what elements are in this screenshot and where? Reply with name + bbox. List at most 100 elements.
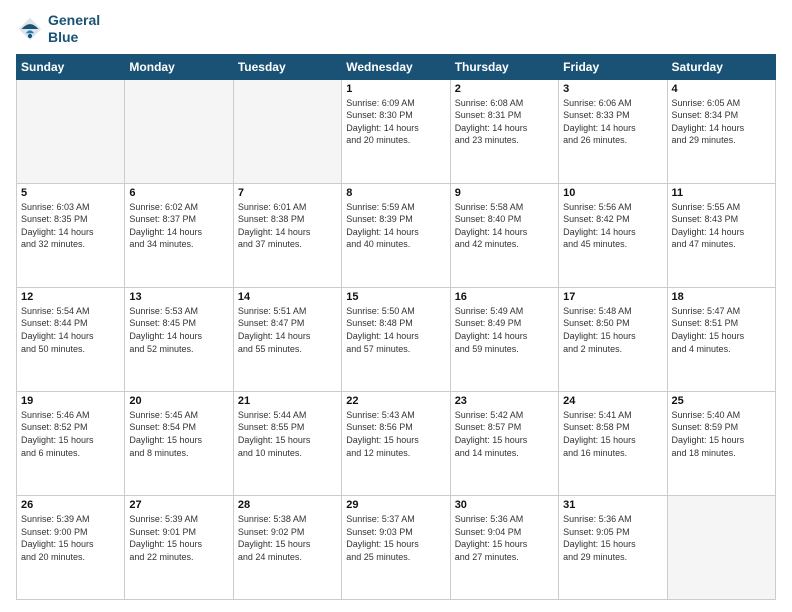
day-number: 4 <box>672 83 771 95</box>
calendar-cell: 24Sunrise: 5:41 AM Sunset: 8:58 PM Dayli… <box>559 391 667 495</box>
calendar-cell: 22 Sunrise: 5:43 AM Sunset: 8:56 PM Dayli… <box>342 391 450 495</box>
calendar-week-0: 1Sunrise: 6:09 AM Sunset: 8:30 PM Daylig… <box>17 79 776 183</box>
calendar-cell: 14 Sunrise: 5:51 AM Sunset: 8:47 PM Dayli… <box>233 287 341 391</box>
day-number: 5 <box>21 187 120 199</box>
day-number: 17 <box>563 291 662 303</box>
day-info: Sunrise: 6:09 AM Sunset: 8:30 PM Dayligh… <box>346 97 445 147</box>
day-number: 6 <box>129 187 228 199</box>
calendar-cell: 9 Sunrise: 5:58 AM Sunset: 8:40 PM Daylig… <box>450 183 558 287</box>
calendar-cell: 5 Sunrise: 6:03 AM Sunset: 8:35 PM Daylig… <box>17 183 125 287</box>
calendar-table: SundayMondayTuesdayWednesdayThursdayFrid… <box>16 54 776 600</box>
calendar-cell: 3 Sunrise: 6:06 AM Sunset: 8:33 PM Daylig… <box>559 79 667 183</box>
day-number: 7 <box>238 187 337 199</box>
day-info: Sunrise: 5:45 AM Sunset: 8:54 PM Dayligh… <box>129 409 228 459</box>
calendar-cell: 26Sunrise: 5:39 AM Sunset: 9:00 PM Dayli… <box>17 495 125 599</box>
calendar-cell <box>667 495 775 599</box>
day-number: 15 <box>346 291 445 303</box>
col-header-friday: Friday <box>559 54 667 79</box>
day-info: Sunrise: 6:03 AM Sunset: 8:35 PM Dayligh… <box>21 201 120 251</box>
logo-text: General Blue <box>48 12 100 46</box>
col-header-thursday: Thursday <box>450 54 558 79</box>
day-info: Sunrise: 5:53 AM Sunset: 8:45 PM Dayligh… <box>129 305 228 355</box>
calendar-week-2: 12 Sunrise: 5:54 AM Sunset: 8:44 PM Dayli… <box>17 287 776 391</box>
day-number: 18 <box>672 291 771 303</box>
day-info: Sunrise: 5:47 AM Sunset: 8:51 PM Dayligh… <box>672 305 771 355</box>
calendar-header-row: SundayMondayTuesdayWednesdayThursdayFrid… <box>17 54 776 79</box>
day-info: Sunrise: 5:50 AM Sunset: 8:48 PM Dayligh… <box>346 305 445 355</box>
day-info: Sunrise: 5:37 AM Sunset: 9:03 PM Dayligh… <box>346 513 445 563</box>
day-info: Sunrise: 5:48 AM Sunset: 8:50 PM Dayligh… <box>563 305 662 355</box>
day-info: Sunrise: 5:49 AM Sunset: 8:49 PM Dayligh… <box>455 305 554 355</box>
calendar-cell: 16 Sunrise: 5:49 AM Sunset: 8:49 PM Dayli… <box>450 287 558 391</box>
calendar-cell: 12 Sunrise: 5:54 AM Sunset: 8:44 PM Dayli… <box>17 287 125 391</box>
day-info: Sunrise: 6:02 AM Sunset: 8:37 PM Dayligh… <box>129 201 228 251</box>
day-number: 14 <box>238 291 337 303</box>
day-info: Sunrise: 5:39 AM Sunset: 9:01 PM Dayligh… <box>129 513 228 563</box>
calendar-cell: 28 Sunrise: 5:38 AM Sunset: 9:02 PM Dayli… <box>233 495 341 599</box>
day-number: 16 <box>455 291 554 303</box>
day-number: 3 <box>563 83 662 95</box>
day-number: 28 <box>238 499 337 511</box>
calendar-week-4: 26Sunrise: 5:39 AM Sunset: 9:00 PM Dayli… <box>17 495 776 599</box>
calendar-cell: 31 Sunrise: 5:36 AM Sunset: 9:05 PM Dayli… <box>559 495 667 599</box>
day-info: Sunrise: 5:44 AM Sunset: 8:55 PM Dayligh… <box>238 409 337 459</box>
day-info: Sunrise: 5:54 AM Sunset: 8:44 PM Dayligh… <box>21 305 120 355</box>
day-info: Sunrise: 6:06 AM Sunset: 8:33 PM Dayligh… <box>563 97 662 147</box>
calendar-cell <box>233 79 341 183</box>
calendar-week-1: 5 Sunrise: 6:03 AM Sunset: 8:35 PM Daylig… <box>17 183 776 287</box>
calendar-cell: 27 Sunrise: 5:39 AM Sunset: 9:01 PM Dayli… <box>125 495 233 599</box>
day-number: 8 <box>346 187 445 199</box>
calendar-cell <box>17 79 125 183</box>
day-info: Sunrise: 5:56 AM Sunset: 8:42 PM Dayligh… <box>563 201 662 251</box>
calendar-cell: 8Sunrise: 5:59 AM Sunset: 8:39 PM Daylig… <box>342 183 450 287</box>
calendar-cell: 19 Sunrise: 5:46 AM Sunset: 8:52 PM Dayli… <box>17 391 125 495</box>
day-number: 23 <box>455 395 554 407</box>
day-number: 12 <box>21 291 120 303</box>
header: General Blue <box>16 12 776 46</box>
calendar-cell <box>125 79 233 183</box>
calendar-cell: 11 Sunrise: 5:55 AM Sunset: 8:43 PM Dayli… <box>667 183 775 287</box>
calendar-cell: 13 Sunrise: 5:53 AM Sunset: 8:45 PM Dayli… <box>125 287 233 391</box>
calendar-cell: 17 Sunrise: 5:48 AM Sunset: 8:50 PM Dayli… <box>559 287 667 391</box>
day-number: 19 <box>21 395 120 407</box>
day-number: 27 <box>129 499 228 511</box>
calendar-cell: 2Sunrise: 6:08 AM Sunset: 8:31 PM Daylig… <box>450 79 558 183</box>
day-number: 9 <box>455 187 554 199</box>
day-number: 10 <box>563 187 662 199</box>
day-info: Sunrise: 5:43 AM Sunset: 8:56 PM Dayligh… <box>346 409 445 459</box>
day-info: Sunrise: 5:40 AM Sunset: 8:59 PM Dayligh… <box>672 409 771 459</box>
day-info: Sunrise: 5:46 AM Sunset: 8:52 PM Dayligh… <box>21 409 120 459</box>
col-header-tuesday: Tuesday <box>233 54 341 79</box>
day-info: Sunrise: 5:55 AM Sunset: 8:43 PM Dayligh… <box>672 201 771 251</box>
day-number: 21 <box>238 395 337 407</box>
day-number: 11 <box>672 187 771 199</box>
day-number: 29 <box>346 499 445 511</box>
day-info: Sunrise: 5:36 AM Sunset: 9:04 PM Dayligh… <box>455 513 554 563</box>
calendar-cell: 10 Sunrise: 5:56 AM Sunset: 8:42 PM Dayli… <box>559 183 667 287</box>
day-info: Sunrise: 5:36 AM Sunset: 9:05 PM Dayligh… <box>563 513 662 563</box>
day-number: 22 <box>346 395 445 407</box>
col-header-saturday: Saturday <box>667 54 775 79</box>
calendar-cell: 25 Sunrise: 5:40 AM Sunset: 8:59 PM Dayli… <box>667 391 775 495</box>
day-info: Sunrise: 5:42 AM Sunset: 8:57 PM Dayligh… <box>455 409 554 459</box>
logo-icon <box>16 15 44 43</box>
day-number: 31 <box>563 499 662 511</box>
day-number: 13 <box>129 291 228 303</box>
day-info: Sunrise: 6:08 AM Sunset: 8:31 PM Dayligh… <box>455 97 554 147</box>
day-number: 26 <box>21 499 120 511</box>
day-number: 24 <box>563 395 662 407</box>
day-info: Sunrise: 5:58 AM Sunset: 8:40 PM Dayligh… <box>455 201 554 251</box>
day-info: Sunrise: 5:38 AM Sunset: 9:02 PM Dayligh… <box>238 513 337 563</box>
day-number: 25 <box>672 395 771 407</box>
day-info: Sunrise: 5:51 AM Sunset: 8:47 PM Dayligh… <box>238 305 337 355</box>
calendar-week-3: 19 Sunrise: 5:46 AM Sunset: 8:52 PM Dayli… <box>17 391 776 495</box>
col-header-wednesday: Wednesday <box>342 54 450 79</box>
day-info: Sunrise: 6:05 AM Sunset: 8:34 PM Dayligh… <box>672 97 771 147</box>
day-number: 30 <box>455 499 554 511</box>
calendar-cell: 6 Sunrise: 6:02 AM Sunset: 8:37 PM Daylig… <box>125 183 233 287</box>
calendar-cell: 4 Sunrise: 6:05 AM Sunset: 8:34 PM Daylig… <box>667 79 775 183</box>
day-number: 20 <box>129 395 228 407</box>
calendar-cell: 1Sunrise: 6:09 AM Sunset: 8:30 PM Daylig… <box>342 79 450 183</box>
calendar-cell: 7Sunrise: 6:01 AM Sunset: 8:38 PM Daylig… <box>233 183 341 287</box>
calendar-cell: 21 Sunrise: 5:44 AM Sunset: 8:55 PM Dayli… <box>233 391 341 495</box>
